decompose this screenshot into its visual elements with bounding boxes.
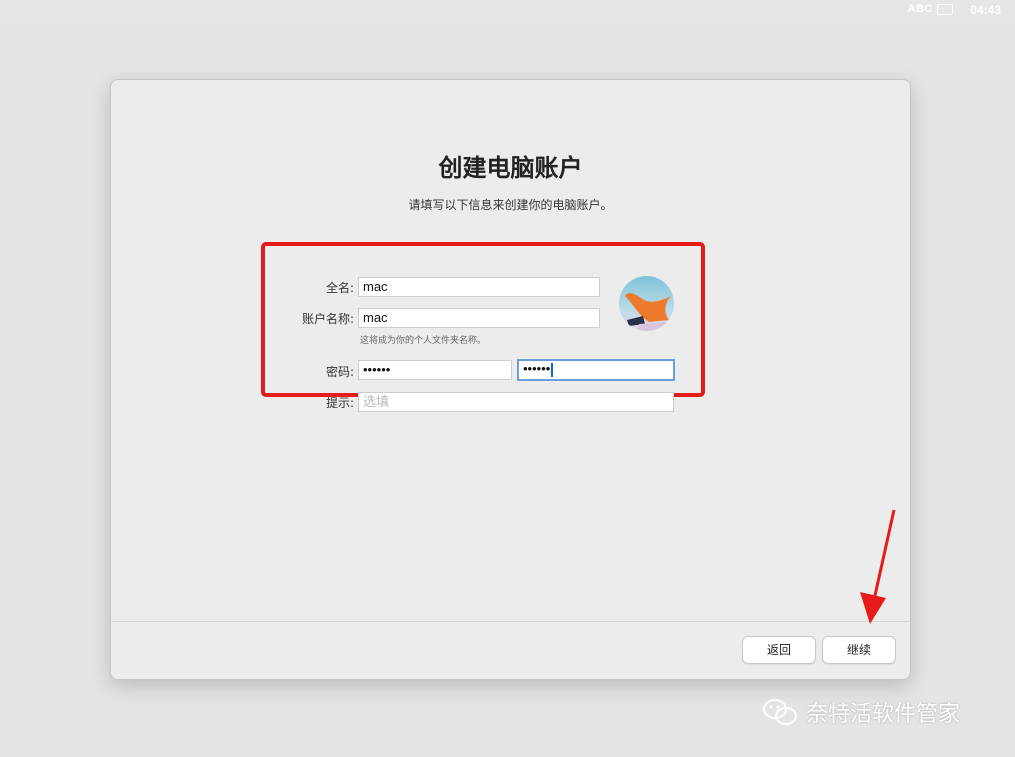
keyboard-icon bbox=[937, 3, 953, 15]
password-value: •••••• bbox=[363, 362, 391, 377]
hint-field[interactable]: 选填 bbox=[358, 392, 674, 412]
menu-bar: ABC 04:43 bbox=[0, 0, 1015, 22]
input-source-label: ABC bbox=[907, 3, 933, 15]
setup-assistant-window: 创建电脑账户 请填写以下信息来创建你的电脑账户。 全名: mac 账户名称: m… bbox=[110, 79, 911, 680]
account-name-value: mac bbox=[363, 310, 388, 325]
avatar-image bbox=[625, 292, 671, 331]
full-name-field[interactable]: mac bbox=[358, 277, 600, 297]
full-name-label: 全名: bbox=[325, 281, 354, 295]
password-field[interactable]: •••••• bbox=[358, 360, 512, 380]
account-name-label: 账户名称: bbox=[301, 312, 354, 326]
back-button[interactable]: 返回 bbox=[742, 636, 816, 664]
clock: 04:43 bbox=[970, 3, 1001, 17]
hint-placeholder: 选填 bbox=[363, 394, 390, 409]
wechat-icon bbox=[763, 699, 797, 725]
footer-divider bbox=[111, 621, 910, 622]
page-subtitle: 请填写以下信息来创建你的电脑账户。 bbox=[408, 198, 613, 212]
account-name-note: 这将成为你的个人文件夹名称。 bbox=[360, 336, 487, 346]
verify-password-field[interactable]: •••••• bbox=[517, 359, 675, 381]
annotation-arrow bbox=[860, 509, 896, 624]
password-label: 密码: bbox=[325, 365, 354, 379]
text-caret bbox=[551, 362, 554, 377]
continue-button[interactable]: 继续 bbox=[822, 636, 896, 664]
watermark: 奈特活软件管家 bbox=[762, 696, 960, 728]
account-name-field[interactable]: mac bbox=[358, 308, 600, 328]
full-name-value: mac bbox=[363, 279, 388, 294]
hint-label: 提示: bbox=[325, 396, 354, 410]
watermark-text: 奈特活软件管家 bbox=[806, 702, 961, 727]
page-title: 创建电脑账户 bbox=[438, 154, 583, 182]
input-source-indicator[interactable]: ABC bbox=[908, 3, 953, 15]
verify-password-value: •••••• bbox=[523, 361, 551, 376]
user-avatar[interactable] bbox=[619, 276, 674, 331]
